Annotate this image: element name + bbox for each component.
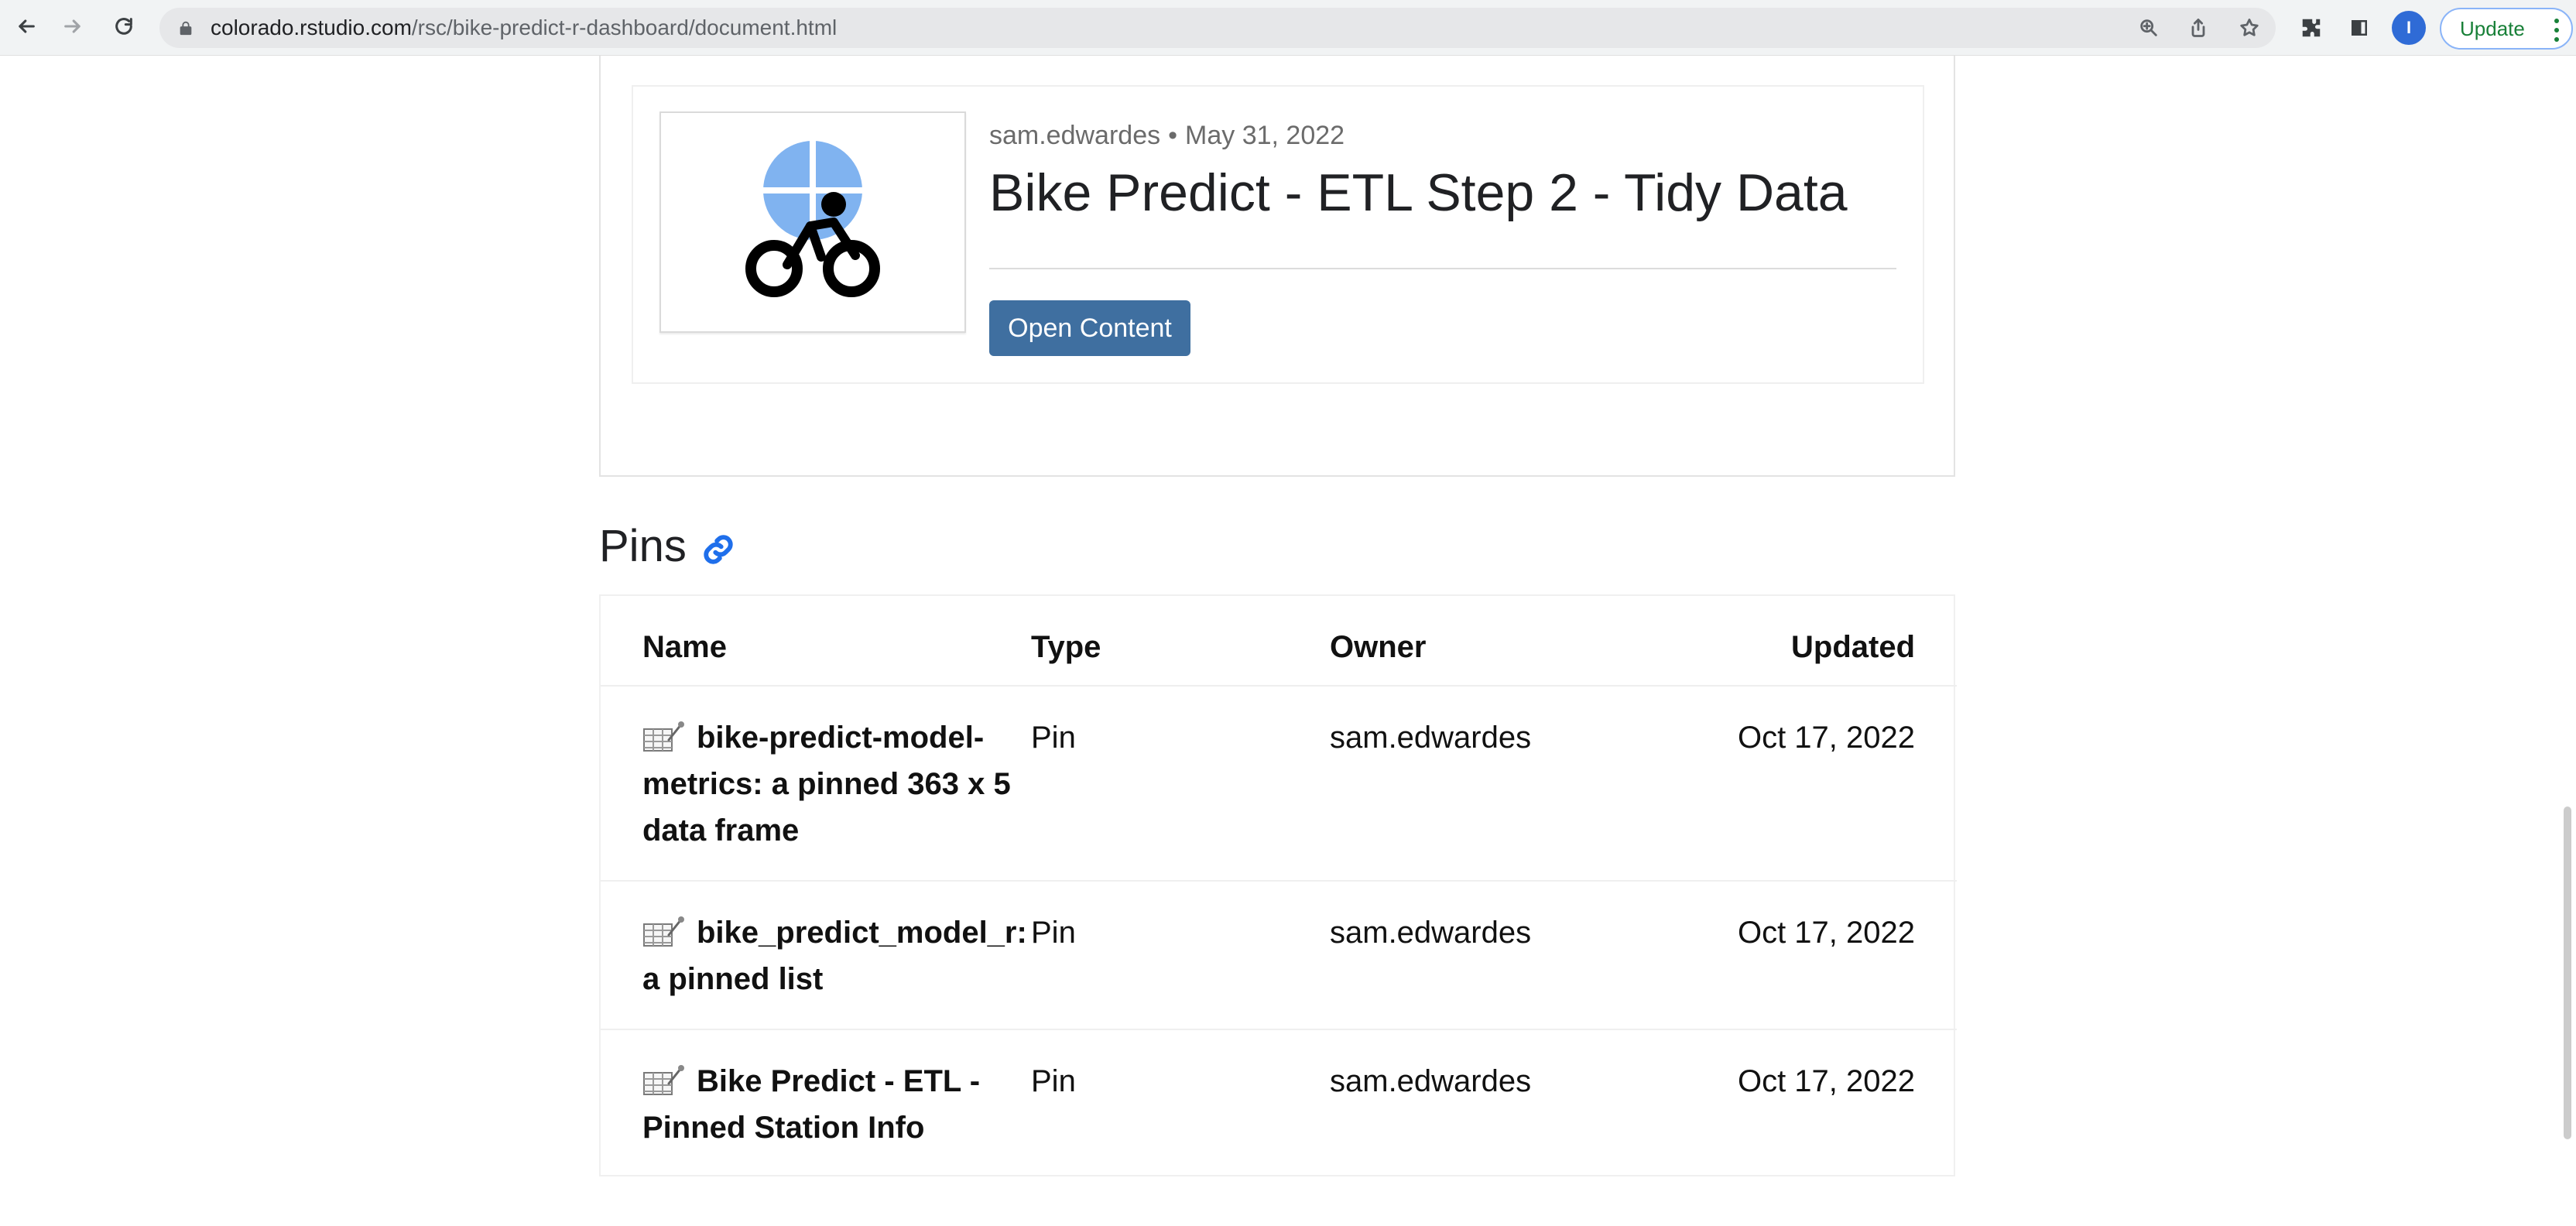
table-row: Bike Predict - ETL - Pinned Station Info… xyxy=(601,1029,1957,1178)
page: sam.edwardes • May 31, 2022 Bike Predict -… xyxy=(0,56,2576,1226)
pin-updated-cell: Oct 17, 2022 xyxy=(1737,721,1915,755)
content-thumbnail[interactable] xyxy=(659,111,966,333)
update-button[interactable]: Update xyxy=(2440,8,2573,50)
pins-table-container: Name Type Owner Updated bike-predict-mod… xyxy=(599,594,1957,1178)
pin-name-cell: bike-predict-model-metrics: a pinned 363… xyxy=(601,686,1031,881)
meta-separator: • xyxy=(1168,121,1178,150)
title-divider xyxy=(989,268,1896,269)
extensions-icon[interactable] xyxy=(2297,14,2325,42)
pin-table-icon xyxy=(642,915,686,949)
more-icon xyxy=(2554,19,2561,42)
column-header-updated[interactable]: Updated xyxy=(1680,596,1957,687)
content-author: sam.edwardes xyxy=(989,121,1161,150)
pins-table-header: Name Type Owner Updated xyxy=(601,596,1957,687)
pin-type-cell: Pin xyxy=(1031,721,1076,755)
pin-link[interactable]: bike_predict_model_r: a pinned list xyxy=(642,909,1031,1002)
pin-name-text: bike-predict-model-metrics: a pinned 363… xyxy=(642,721,1011,848)
pins-header-row: Name Type Owner Updated xyxy=(601,596,1957,687)
pin-table-icon xyxy=(642,720,686,754)
forward-button[interactable] xyxy=(56,11,90,45)
url-path: /rsc/bike-predict-r-dashboard/document.h… xyxy=(411,15,838,39)
column-header-type[interactable]: Type xyxy=(1031,596,1330,687)
pins-table: Name Type Owner Updated bike-predict-mod… xyxy=(601,596,1957,1178)
content-date: May 31, 2022 xyxy=(1185,121,1345,150)
pin-link[interactable]: Bike Predict - ETL - Pinned Station Info xyxy=(642,1058,1031,1151)
content-panel: sam.edwardes • May 31, 2022 Bike Predict -… xyxy=(599,56,1955,477)
update-label: Update xyxy=(2460,16,2525,40)
pin-type-cell: Pin xyxy=(1031,1064,1076,1098)
pin-updated-cell: Oct 17, 2022 xyxy=(1737,1064,1915,1098)
forward-icon xyxy=(62,15,84,41)
pin-name-cell: Bike Predict - ETL - Pinned Station Info xyxy=(601,1029,1031,1178)
link-icon[interactable] xyxy=(701,533,735,567)
content-meta: sam.edwardes • May 31, 2022 xyxy=(989,121,1345,151)
content-title: Bike Predict - ETL Step 2 - Tidy Data xyxy=(989,163,1848,222)
url-host: colorado.rstudio.com xyxy=(211,15,412,39)
pin-updated-cell: Oct 17, 2022 xyxy=(1737,916,1915,950)
table-row: bike-predict-model-metrics: a pinned 363… xyxy=(601,686,1957,881)
table-row: bike_predict_model_r: a pinned list Pin … xyxy=(601,881,1957,1029)
browser-toolbar: colorado.rstudio.com/rsc/bike-predict-r-… xyxy=(0,0,2576,56)
sidebar-icon[interactable] xyxy=(2345,14,2373,42)
address-bar[interactable]: colorado.rstudio.com/rsc/bike-predict-r-… xyxy=(159,8,2276,48)
open-content-button[interactable]: Open Content xyxy=(989,300,1190,356)
pin-owner-cell: sam.edwardes xyxy=(1330,916,1532,950)
profile-initial: I xyxy=(2406,18,2412,37)
pins-table-body: bike-predict-model-metrics: a pinned 363… xyxy=(601,686,1957,1178)
column-header-name[interactable]: Name xyxy=(601,596,1031,687)
pin-name-text: bike_predict_model_r: a pinned list xyxy=(642,916,1027,996)
reload-button[interactable] xyxy=(107,11,141,45)
share-icon[interactable] xyxy=(2186,15,2211,40)
bike-logo-icon xyxy=(745,141,880,297)
pin-name-text: Bike Predict - ETL - Pinned Station Info xyxy=(642,1064,981,1145)
back-button[interactable] xyxy=(9,11,43,45)
scrollbar-thumb[interactable] xyxy=(2564,806,2571,1139)
star-icon[interactable] xyxy=(2237,15,2262,40)
pins-section-title: Pins xyxy=(599,521,687,571)
pin-link[interactable]: bike-predict-model-metrics: a pinned 363… xyxy=(642,714,1031,854)
content-card: sam.edwardes • May 31, 2022 Bike Predict -… xyxy=(632,85,1924,384)
pin-owner-cell: sam.edwardes xyxy=(1330,721,1532,755)
lock-icon xyxy=(175,17,197,39)
pin-owner-cell: sam.edwardes xyxy=(1330,1064,1532,1098)
back-icon xyxy=(15,15,37,41)
url-text: colorado.rstudio.com/rsc/bike-predict-r-… xyxy=(211,16,837,39)
pin-name-cell: bike_predict_model_r: a pinned list xyxy=(601,881,1031,1029)
pin-table-icon xyxy=(642,1063,686,1098)
pin-type-cell: Pin xyxy=(1031,916,1076,950)
column-header-owner[interactable]: Owner xyxy=(1330,596,1680,687)
profile-avatar[interactable]: I xyxy=(2392,11,2426,45)
reload-icon xyxy=(113,15,135,41)
page-scrollbar[interactable] xyxy=(2564,56,2576,1226)
zoom-icon[interactable] xyxy=(2136,15,2161,40)
